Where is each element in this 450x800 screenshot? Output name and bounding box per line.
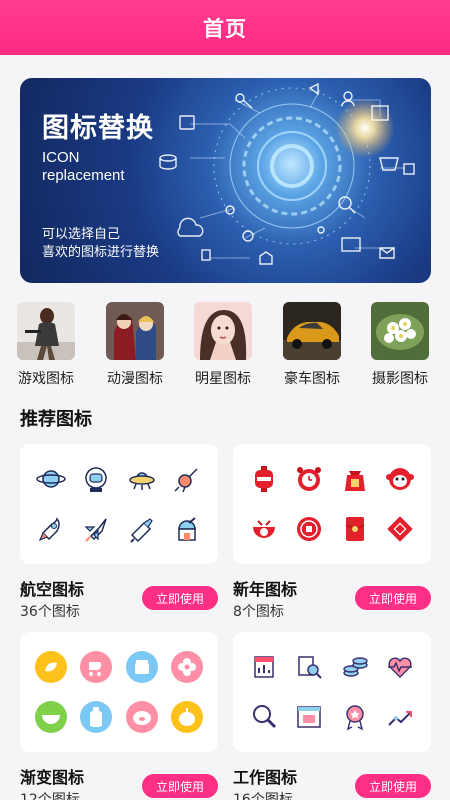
banner-title: 图标替换 [42, 113, 154, 144]
monkey-icon [384, 463, 416, 495]
red-coin-icon [293, 513, 325, 545]
trend-chart-icon [384, 701, 416, 733]
use-now-button[interactable]: 立即使用 [355, 774, 431, 798]
flower-icon [171, 651, 204, 683]
search-icon [248, 701, 280, 733]
banner-sub-line2: 喜欢的图标进行替换 [42, 245, 160, 260]
banner-en-line1: ICON [42, 149, 80, 166]
red-envelope-icon [339, 513, 371, 545]
observatory-icon [171, 513, 203, 545]
promo-banner[interactable]: 图标替换 ICON replacement 可以选择自己 喜欢的图标进行替换 [20, 78, 431, 283]
pack-name: 渐变图标 [20, 768, 85, 787]
category-celebrity[interactable]: 明星图标 [183, 302, 263, 388]
use-now-button[interactable]: 立即使用 [355, 586, 431, 610]
space-shuttle-icon [80, 513, 112, 545]
ray-gun-icon [126, 513, 158, 545]
calendar-chart-icon [248, 651, 280, 683]
category-anime[interactable]: 动漫图标 [95, 302, 175, 388]
pack-card-work[interactable] [233, 632, 431, 752]
photo-thumbnail [371, 302, 429, 360]
pumpkin-icon [171, 701, 204, 733]
banner-en-line2: replacement [42, 167, 125, 184]
use-now-button[interactable]: 立即使用 [142, 586, 218, 610]
category-label: 明星图标 [195, 371, 251, 387]
pack-count: 12个图标 [20, 792, 80, 800]
melon-slice-icon [34, 701, 67, 733]
pack-name: 工作图标 [233, 768, 298, 787]
category-label: 动漫图标 [107, 371, 163, 387]
top-header: 首页 [0, 0, 450, 55]
lantern-icon [248, 463, 280, 495]
magnify-document-icon [293, 651, 325, 683]
game-thumbnail [17, 302, 75, 360]
category-label: 豪车图标 [284, 371, 340, 387]
bottle-icon [80, 701, 113, 733]
use-now-button[interactable]: 立即使用 [142, 774, 218, 798]
shrimp-icon [34, 651, 67, 683]
coin-stack-icon [339, 651, 371, 683]
pack-card-new-year[interactable] [233, 444, 431, 564]
category-game[interactable]: 游戏图标 [6, 302, 86, 388]
pack-count: 16个图标 [233, 792, 293, 800]
fu-diamond-icon [384, 513, 416, 545]
celebrity-thumbnail [194, 302, 252, 360]
category-label: 游戏图标 [18, 371, 74, 387]
anime-thumbnail [106, 302, 164, 360]
car-thumbnail [283, 302, 341, 360]
banner-sub-line1: 可以选择自己 [42, 227, 121, 242]
category-row: 游戏图标 动漫图标 明星图标 豪车图标 摄影图标 [0, 302, 450, 392]
pack-name: 航空图标 [20, 580, 85, 599]
section-title: 推荐图标 [20, 409, 92, 430]
pack-count: 36个图标 [20, 604, 80, 620]
pig-icon [125, 701, 158, 733]
rocket-icon [35, 513, 67, 545]
browser-window-icon [293, 701, 325, 733]
pack-card-gradient[interactable] [20, 632, 218, 752]
planet-icon [35, 463, 67, 495]
pack-name: 新年图标 [233, 580, 298, 599]
lucky-bag-icon [339, 463, 371, 495]
jar-icon [125, 651, 158, 683]
page-title: 首页 [203, 16, 247, 41]
stroller-icon [80, 651, 113, 683]
category-label: 摄影图标 [372, 371, 428, 387]
ufo-icon [126, 463, 158, 495]
heart-signal-icon [384, 651, 416, 683]
category-car[interactable]: 豪车图标 [272, 302, 352, 388]
pack-count: 8个图标 [233, 604, 284, 620]
pack-card-aviation[interactable] [20, 444, 218, 564]
category-photo[interactable]: 摄影图标 [360, 302, 440, 388]
clock-icon [293, 463, 325, 495]
award-badge-icon [339, 701, 371, 733]
red-bowl-icon [248, 513, 280, 545]
satellite-icon [171, 463, 203, 495]
astronaut-helmet-icon [80, 463, 112, 495]
